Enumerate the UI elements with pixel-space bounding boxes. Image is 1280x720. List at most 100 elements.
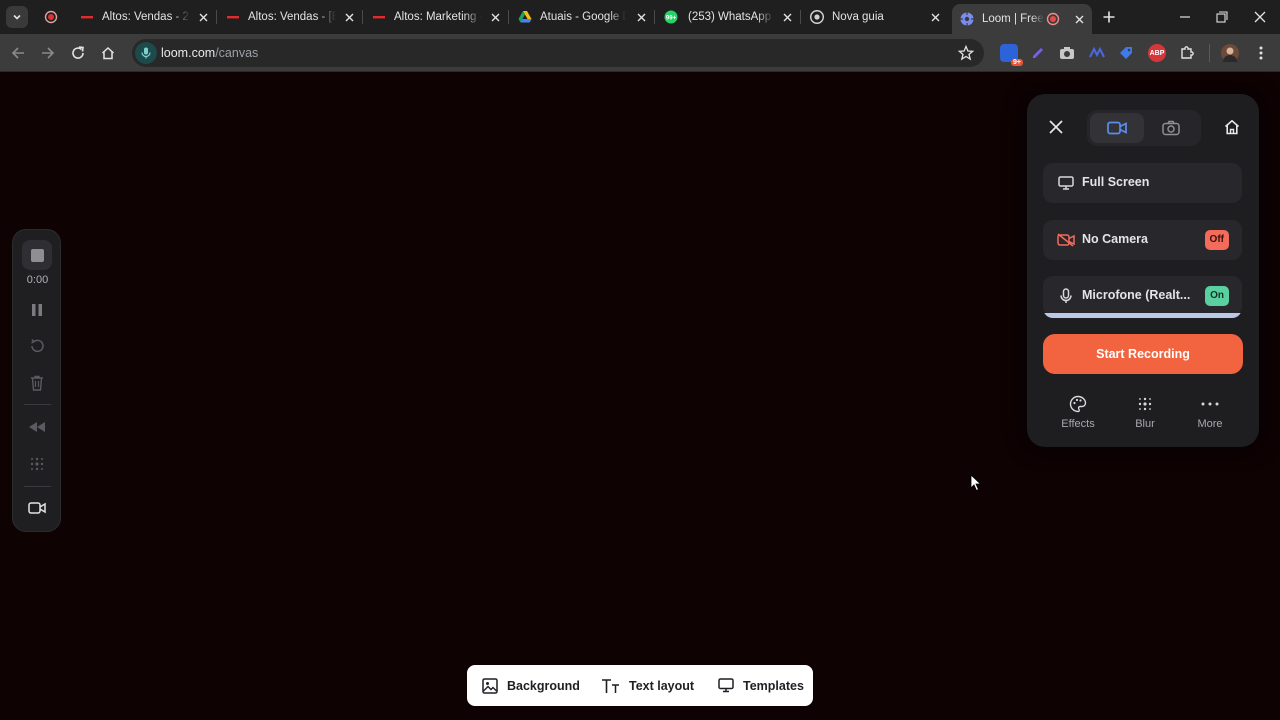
- close-icon[interactable]: [928, 10, 942, 24]
- video-mode-button[interactable]: [1090, 113, 1144, 143]
- start-recording-button[interactable]: Start Recording: [1043, 334, 1243, 374]
- text-layout-button[interactable]: Text layout: [601, 665, 694, 706]
- divider: [24, 486, 51, 487]
- chevron-down-icon: [13, 14, 21, 20]
- loom-recorder-panel: Full Screen No Camera Off Microfone (Rea…: [1027, 94, 1259, 447]
- tab-altos-vendas-editar[interactable]: Altos: Vendas - [Editar]: [218, 4, 363, 30]
- close-icon[interactable]: [780, 10, 794, 24]
- menu-kebab-icon[interactable]: [1252, 44, 1270, 62]
- restore-button[interactable]: [1213, 8, 1231, 26]
- camera-icon[interactable]: [1058, 44, 1076, 62]
- pause-icon: [32, 304, 42, 316]
- stop-icon: [30, 248, 44, 262]
- tag-icon[interactable]: [1117, 44, 1135, 62]
- arrow-left-icon: [11, 47, 24, 59]
- close-icon[interactable]: [196, 10, 210, 24]
- templates-button[interactable]: Templates: [717, 665, 804, 706]
- blur-button[interactable]: Blur: [1115, 394, 1175, 434]
- microphone-icon: [1056, 286, 1076, 306]
- microphone-on-badge[interactable]: On: [1205, 286, 1229, 306]
- close-panel-button[interactable]: [1045, 116, 1067, 138]
- home-icon: [101, 46, 115, 60]
- screen-source-selector[interactable]: Full Screen: [1043, 163, 1242, 203]
- more-button[interactable]: More: [1180, 394, 1240, 434]
- puzzle-icon[interactable]: [1178, 44, 1196, 62]
- blur-button[interactable]: [27, 454, 47, 474]
- pen-icon[interactable]: [1029, 44, 1047, 62]
- new-tab-button[interactable]: [1100, 8, 1118, 26]
- tab-strip: Altos: Vendas - 2020 Altos: Vendas - [Ed…: [0, 0, 1280, 34]
- video-camera-icon: [1107, 121, 1127, 135]
- toolbar-divider: [1209, 44, 1210, 62]
- mouse-cursor-icon: [970, 474, 982, 492]
- adblock-icon[interactable]: ABP: [1148, 44, 1166, 62]
- close-icon[interactable]: [634, 10, 648, 24]
- tab-title: Altos: Vendas - 2020: [102, 11, 190, 23]
- trash-icon: [31, 375, 43, 391]
- adblock-label: ABP: [1149, 49, 1165, 57]
- tab-whatsapp[interactable]: 99+ (253) WhatsApp Business: [656, 4, 801, 30]
- tab-altos-vendas-2020[interactable]: Altos: Vendas - 2020: [36, 4, 217, 30]
- profile-avatar[interactable]: [1221, 44, 1239, 62]
- tab-title: (253) WhatsApp Business: [688, 11, 774, 23]
- star-icon[interactable]: [958, 45, 974, 61]
- recording-controls: 0:00: [12, 229, 61, 532]
- background-button[interactable]: Background: [481, 665, 580, 706]
- url-text[interactable]: loom.com/canvas: [161, 46, 258, 60]
- whatsapp-badge: 99+: [666, 16, 677, 22]
- camera-selector[interactable]: No Camera Off: [1043, 220, 1242, 260]
- camera-label: No Camera: [1082, 232, 1148, 246]
- url-domain: loom.com: [161, 46, 216, 60]
- microphone-in-use-icon[interactable]: [135, 42, 157, 64]
- tab-google-drive[interactable]: Atuais - Google Drive: [510, 4, 655, 30]
- recording-timer: 0:00: [26, 274, 49, 286]
- arrow-right-icon: [42, 47, 55, 59]
- reload-button[interactable]: [68, 43, 88, 63]
- home-icon: [1224, 119, 1240, 135]
- tab-search-button[interactable]: [6, 6, 28, 28]
- address-bar[interactable]: loom.com/canvas: [132, 39, 984, 67]
- camera-off-badge[interactable]: Off: [1204, 230, 1229, 250]
- templates-label: Templates: [743, 678, 804, 693]
- close-icon: [1049, 120, 1063, 134]
- restart-button[interactable]: [27, 336, 47, 356]
- pause-button[interactable]: [27, 300, 47, 320]
- back-button[interactable]: [8, 43, 28, 63]
- tab-title: Altos: Marketing - R: [394, 11, 482, 23]
- minimize-button[interactable]: [1176, 8, 1194, 26]
- tab-nova-guia[interactable]: Nova guia: [802, 4, 948, 30]
- stop-button[interactable]: [22, 240, 52, 270]
- extension-blue-icon[interactable]: 9+: [1000, 44, 1023, 66]
- camera-icon: [1162, 120, 1180, 136]
- screen-source-label: Full Screen: [1082, 175, 1150, 189]
- close-icon[interactable]: [1072, 12, 1086, 26]
- text-layout-label: Text layout: [629, 678, 695, 693]
- close-window-button[interactable]: [1251, 8, 1269, 26]
- forward-button[interactable]: [38, 43, 58, 63]
- chrome-icon: [810, 10, 824, 24]
- whatsapp-icon: 99+: [664, 10, 680, 24]
- image-icon: [481, 677, 499, 695]
- reload-icon: [72, 46, 84, 59]
- url-path: /canvas: [215, 46, 259, 60]
- tab-title: Altos: Vendas - [Editar]: [248, 11, 336, 23]
- close-icon[interactable]: [488, 10, 502, 24]
- microphone-label: Microfone (Realt...: [1082, 288, 1191, 302]
- divider: [24, 404, 51, 405]
- loom-icon: [960, 12, 974, 26]
- tab-title: Loom | Free Screen: [982, 13, 1044, 25]
- close-icon[interactable]: [342, 10, 356, 24]
- delete-button[interactable]: [27, 373, 47, 393]
- home-button[interactable]: [1221, 116, 1243, 138]
- screenshot-mode-button[interactable]: [1144, 113, 1198, 143]
- camera-toggle-button[interactable]: [27, 498, 47, 518]
- tab-loom[interactable]: Loom | Free Screen: [952, 4, 1092, 34]
- monitor-icon: [1056, 173, 1076, 193]
- extension-badge: 9+: [1011, 59, 1023, 66]
- home-button[interactable]: [98, 43, 118, 63]
- extension-purple-icon[interactable]: [1088, 44, 1106, 62]
- plus-icon: [1103, 11, 1115, 23]
- tab-altos-marketing[interactable]: Altos: Marketing - R: [364, 4, 509, 30]
- effects-button[interactable]: Effects: [1048, 394, 1108, 434]
- rewind-button[interactable]: [27, 417, 47, 437]
